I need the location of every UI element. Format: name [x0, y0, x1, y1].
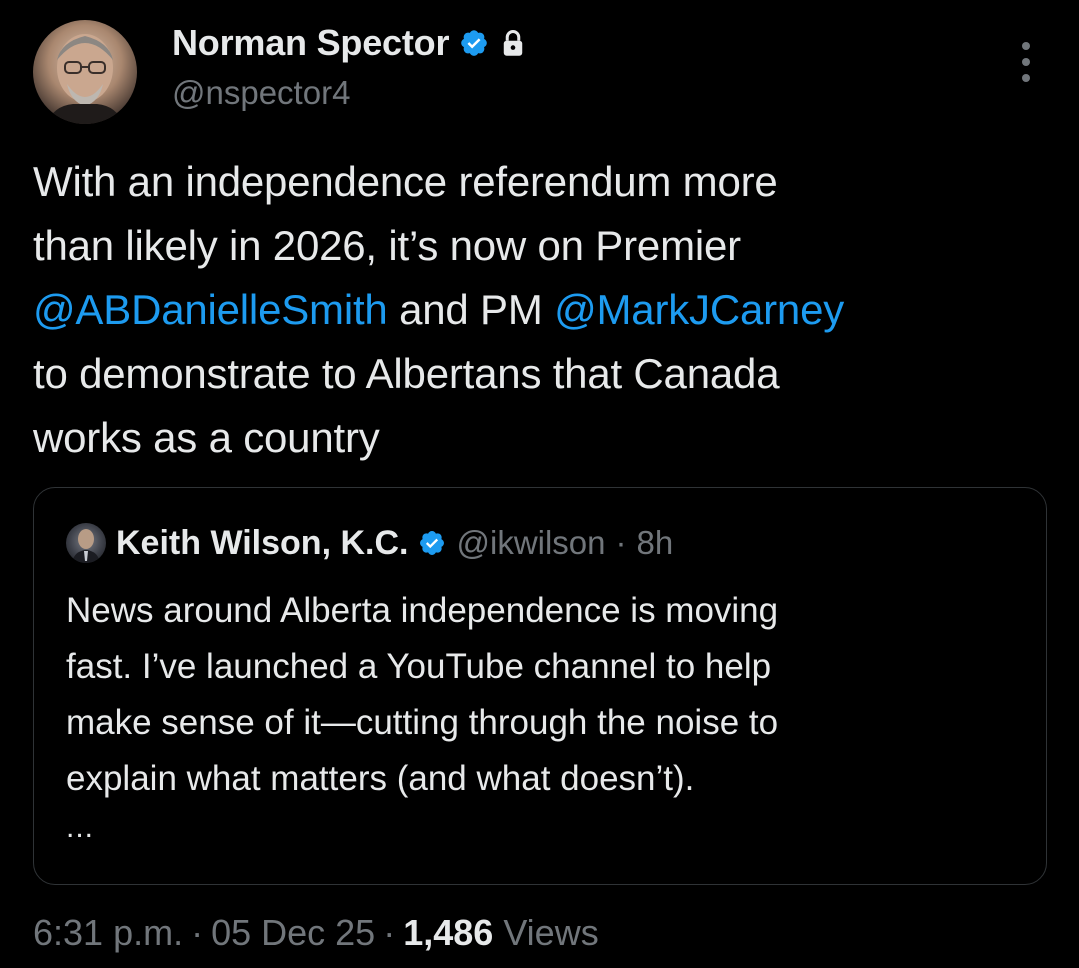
verified-badge-icon[interactable]: [459, 28, 489, 58]
views-label: Views: [503, 912, 599, 953]
quoted-tweet-time[interactable]: 8h: [637, 524, 674, 562]
tweet-text-segment: works as a country: [33, 414, 380, 461]
more-options-icon[interactable]: [1014, 42, 1038, 82]
quoted-author-display-name[interactable]: Keith Wilson, K.C.: [116, 524, 408, 563]
quoted-tweet-line: explain what matters (and what doesn’t).: [66, 759, 695, 798]
separator-dot: ·: [191, 912, 204, 953]
tweet-meta-row: 6:31 p.m. · 05 Dec 25 · 1,486 Views: [33, 908, 599, 958]
quoted-tweet-card[interactable]: Keith Wilson, K.C. @ikwilson · 8h News a…: [33, 487, 1047, 885]
tweet-line: @ABDanielleSmith and PM @MarkJCarney: [33, 278, 1053, 342]
tweet-time[interactable]: 6:31 p.m.: [33, 912, 183, 954]
author-name-row: Norman Spector: [172, 20, 527, 66]
lock-icon: [499, 28, 527, 58]
quoted-author-avatar-image: [72, 529, 100, 563]
tweet-text-segment: than likely in 2026, it’s now on Premier: [33, 222, 741, 269]
tweet-text-segment: With an independence referendum more: [33, 158, 778, 205]
quoted-tweet-line: fast. I’ve launched a YouTube channel to…: [66, 647, 772, 686]
more-dot: [1022, 42, 1030, 50]
more-dot: [1022, 58, 1030, 66]
quoted-tweet-ellipsis: ...: [66, 811, 95, 844]
tweet-line: to demonstrate to Albertans that Canada: [33, 342, 1053, 406]
quoted-tweet-line: News around Alberta independence is movi…: [66, 591, 779, 630]
quoted-author-avatar[interactable]: [66, 523, 106, 563]
separator-dot: ·: [615, 524, 627, 561]
separator-dot: ·: [383, 912, 396, 953]
quoted-author-handle[interactable]: @ikwilson: [456, 524, 605, 562]
tweet-line: With an independence referendum more: [33, 150, 1053, 214]
tweet-text: With an independence referendum more tha…: [33, 150, 1053, 470]
quoted-tweet-text: News around Alberta independence is movi…: [66, 583, 1026, 807]
tweet-date[interactable]: 05 Dec 25: [211, 912, 375, 954]
quoted-tweet-line: make sense of it—cutting through the noi…: [66, 703, 779, 742]
author-avatar[interactable]: [33, 20, 137, 124]
tweet-line: works as a country: [33, 406, 1053, 470]
mention-link-markjcarney[interactable]: @MarkJCarney: [554, 286, 844, 333]
quoted-tweet-header: Keith Wilson, K.C. @ikwilson · 8h: [66, 520, 673, 566]
verified-badge-icon[interactable]: [418, 529, 446, 557]
tweet-text-segment: and PM: [387, 286, 555, 333]
mention-link-abdaniellesmith[interactable]: @ABDanielleSmith: [33, 286, 388, 333]
author-display-name[interactable]: Norman Spector: [172, 22, 449, 64]
more-dot: [1022, 74, 1030, 82]
tweet-line: than likely in 2026, it’s now on Premier: [33, 214, 1053, 278]
author-handle[interactable]: @nspector4: [172, 74, 350, 112]
author-avatar-image: [47, 34, 123, 124]
views-count[interactable]: 1,486: [403, 912, 493, 953]
tweet-text-segment: to demonstrate to Albertans that Canada: [33, 350, 780, 397]
